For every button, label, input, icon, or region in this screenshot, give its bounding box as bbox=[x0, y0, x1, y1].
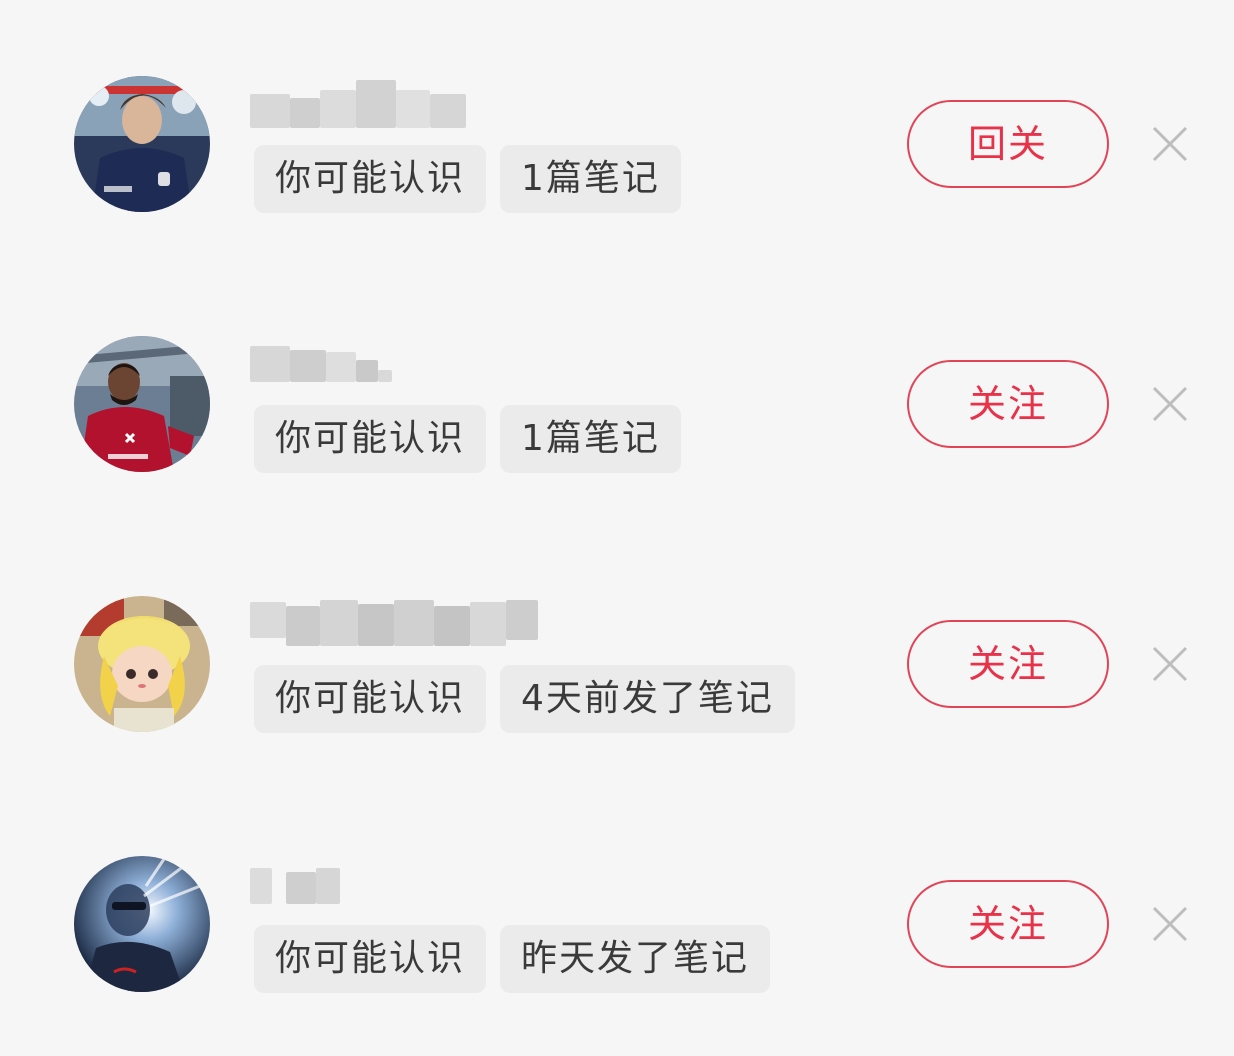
tag-group: 你可能认识 4天前发了笔记 bbox=[254, 665, 795, 733]
close-icon[interactable] bbox=[1150, 904, 1190, 944]
avatar-footballer-navy-jacket-icon bbox=[74, 76, 210, 212]
avatar-dark-selfie-icon bbox=[74, 856, 210, 992]
suggestion-row[interactable]: 你可能认识 昨天发了笔记 关注 bbox=[0, 850, 1234, 993]
username-blurred bbox=[250, 856, 350, 906]
tag-mutual: 你可能认识 bbox=[254, 145, 487, 213]
avatar[interactable] bbox=[74, 856, 210, 992]
tag-activity: 1篇笔记 bbox=[500, 145, 681, 213]
suggestion-row[interactable]: 你可能认识 4天前发了笔记 关注 bbox=[0, 590, 1234, 733]
tag-group: 你可能认识 昨天发了笔记 bbox=[254, 925, 771, 993]
close-icon[interactable] bbox=[1150, 644, 1190, 684]
avatar-footballer-red-kit-icon bbox=[74, 336, 210, 472]
tag-mutual: 你可能认识 bbox=[254, 665, 487, 733]
username-blurred bbox=[250, 596, 550, 646]
follow-button[interactable]: 关注 bbox=[907, 360, 1109, 448]
tag-group: 你可能认识 1篇笔记 bbox=[254, 405, 681, 473]
tag-activity: 4天前发了笔记 bbox=[500, 665, 795, 733]
username-blurred bbox=[250, 336, 400, 386]
close-icon[interactable] bbox=[1150, 384, 1190, 424]
avatar-plush-doll-icon bbox=[74, 596, 210, 732]
tag-activity: 昨天发了笔记 bbox=[500, 925, 771, 993]
avatar[interactable] bbox=[74, 76, 210, 212]
suggestion-row[interactable]: 你可能认识 1篇笔记 回关 bbox=[0, 70, 1234, 213]
tag-activity: 1篇笔记 bbox=[500, 405, 681, 473]
tag-mutual: 你可能认识 bbox=[254, 925, 487, 993]
follow-back-button[interactable]: 回关 bbox=[907, 100, 1109, 188]
follow-button[interactable]: 关注 bbox=[907, 880, 1109, 968]
avatar[interactable] bbox=[74, 596, 210, 732]
avatar[interactable] bbox=[74, 336, 210, 472]
tag-group: 你可能认识 1篇笔记 bbox=[254, 145, 681, 213]
tag-mutual: 你可能认识 bbox=[254, 405, 487, 473]
close-icon[interactable] bbox=[1150, 124, 1190, 164]
username-blurred bbox=[250, 76, 470, 128]
suggestion-row[interactable]: 你可能认识 1篇笔记 关注 bbox=[0, 330, 1234, 473]
follow-button[interactable]: 关注 bbox=[907, 620, 1109, 708]
